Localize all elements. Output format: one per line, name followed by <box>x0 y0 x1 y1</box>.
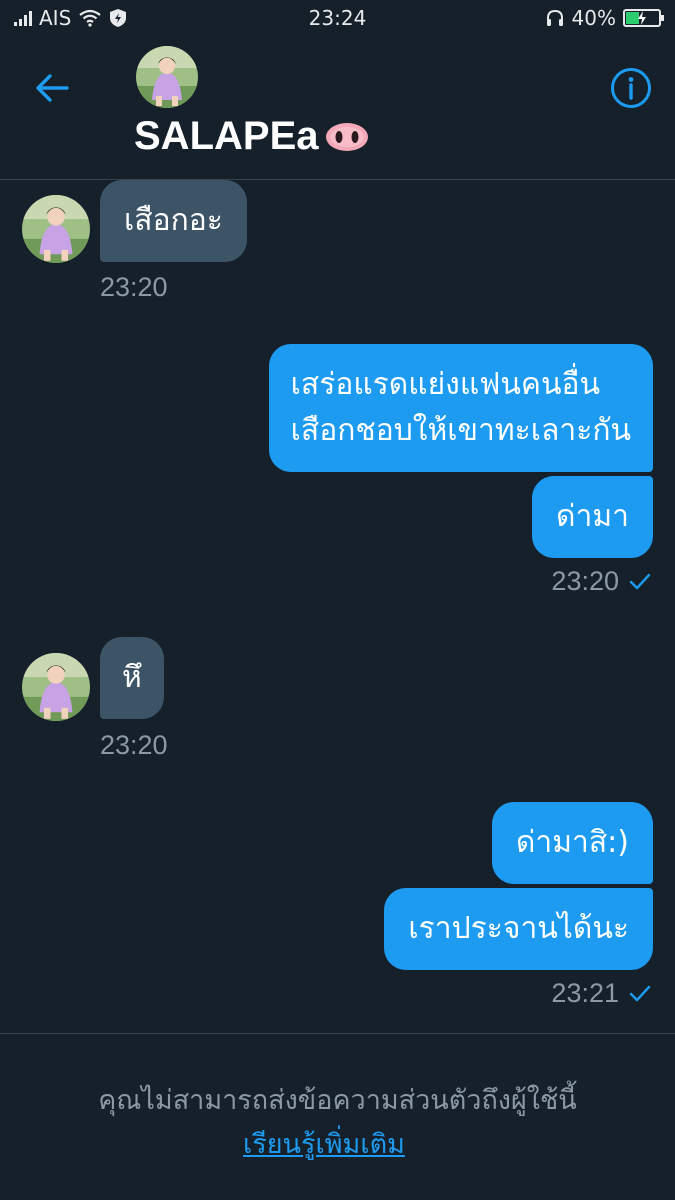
avatar-photo-icon <box>22 195 90 263</box>
message-text: เราประจานได้นะ <box>408 911 629 946</box>
messaging-disabled-footer: คุณไม่สามารถส่งข้อความส่วนตัวถึงผู้ใช้นี… <box>0 1033 675 1200</box>
message-timestamp: 23:20 <box>100 272 168 303</box>
wifi-icon <box>79 9 101 27</box>
message-bubble-received[interactable]: หึ <box>100 637 164 719</box>
message-text-line: เสือกชอบให้เขาทะเลาะกัน <box>290 413 631 448</box>
status-bar-left: AIS <box>14 6 234 30</box>
message-timestamp: 23:21 <box>551 978 651 1009</box>
pig-nose-icon <box>325 122 368 151</box>
message-bubble-sent[interactable]: ด่ามา <box>532 476 653 558</box>
message-timestamp: 23:20 <box>100 730 168 761</box>
timestamp-text: 23:20 <box>100 272 168 302</box>
message-timestamp: 23:20 <box>551 566 651 597</box>
message-text: ด่ามาสิ:) <box>515 825 629 860</box>
display-name: SALAPEa <box>134 114 319 158</box>
header-avatar[interactable] <box>136 46 198 108</box>
timestamp-text: 23:20 <box>100 730 168 760</box>
read-check-icon <box>629 985 651 1001</box>
read-check-icon <box>629 573 651 589</box>
headset-icon <box>546 9 563 26</box>
learn-more-link[interactable]: เรียนรู้เพิ่มเติม <box>243 1122 405 1165</box>
avatar-photo-icon <box>22 653 90 721</box>
info-icon <box>611 68 651 108</box>
status-bar: AIS 23:24 40% <box>0 0 675 36</box>
timestamp-text: 23:21 <box>551 978 619 1008</box>
message-text: หึ <box>122 660 142 695</box>
status-time: 23:24 <box>308 6 367 30</box>
signal-icon <box>14 10 32 26</box>
message-text: เสือกอะ <box>124 203 223 238</box>
cannot-message-notice: คุณไม่สามารถส่งข้อความส่วนตัวถึงผู้ใช้นี… <box>98 1085 577 1116</box>
conversation-title[interactable]: SALAPEa <box>134 114 369 159</box>
message-bubble-sent[interactable]: เสร่อแรดแย่งแฟนคนอื่น เสือกชอบให้เขาทะเล… <box>268 344 653 472</box>
sender-avatar[interactable] <box>22 195 90 263</box>
message-bubble-received[interactable]: เสือกอะ <box>100 180 247 262</box>
message-bubble-sent[interactable]: เราประจานได้นะ <box>384 888 653 970</box>
battery-charging-icon <box>623 9 664 27</box>
message-text: ด่ามา <box>556 499 629 534</box>
avatar-photo-icon <box>136 46 198 108</box>
timestamp-text: 23:20 <box>551 566 619 596</box>
conversation-info-button[interactable] <box>609 66 653 110</box>
status-bar-right: 40% <box>441 6 664 30</box>
battery-percent: 40% <box>571 6 616 30</box>
sender-avatar[interactable] <box>22 653 90 721</box>
shield-icon <box>110 9 127 27</box>
dm-screen: AIS 23:24 40% SALAPEa เสือกอะ 23:20 เสร่… <box>0 0 675 1200</box>
arrow-left-icon <box>36 74 69 102</box>
back-button[interactable] <box>30 66 74 110</box>
conversation-header: SALAPEa <box>0 36 675 180</box>
message-bubble-sent[interactable]: ด่ามาสิ:) <box>491 802 653 884</box>
message-text-line: เสร่อแรดแย่งแฟนคนอื่น <box>290 367 601 402</box>
carrier-label: AIS <box>39 6 72 30</box>
